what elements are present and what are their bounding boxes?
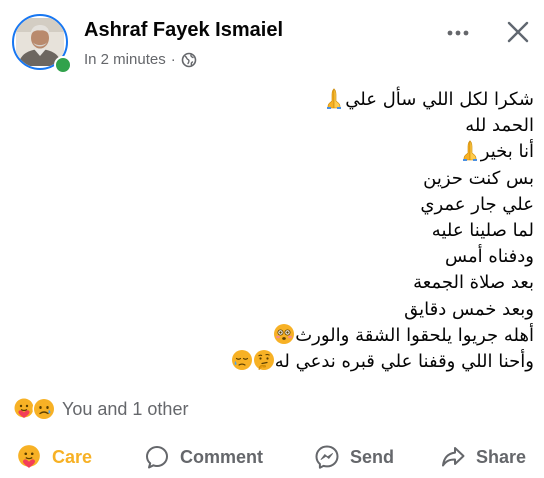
folded-hands-emoji [323,87,345,109]
post-action-bar: Care Comment Send Share [0,436,544,478]
post-text-line-content: بعد صلاة الجمعة [413,272,534,294]
messenger-icon [314,444,340,470]
post-text-line-content: علي جار عمري [420,193,534,215]
care-reaction-icon [16,444,42,470]
meta-separator: · [170,51,176,68]
post-text-line: وبعد خمس دقايق [14,297,534,323]
thinking-face-emoji [253,349,275,371]
globe-icon[interactable] [181,52,197,68]
sad-reaction-icon [32,397,56,421]
post-header: Ashraf Fayek Ismaiel In 2 minutes · [0,0,544,80]
post-text: شكرا لكل اللي سأل علي الحمد لله أنا بخير بس… [14,87,534,375]
sad-relieved-face-emoji [231,349,253,371]
post-time[interactable]: In 2 minutes [84,51,166,68]
post-text-line: وأحنا اللي وقفنا علي قبره ندعي له [14,349,534,375]
reactions-summary-text[interactable]: You and 1 other [62,399,188,420]
post-text-line: أنا بخير [14,139,534,165]
post-text-line: شكرا لكل اللي سأل علي [14,87,534,113]
post-text-line-content: أهله جريوا يلحقوا الشقة والورث [295,324,534,346]
more-options-button[interactable] [440,18,476,48]
post-text-line: بس كنت حزين [14,166,534,192]
post-text-line-content: شكرا لكل اللي سأل علي [345,89,534,110]
post-text-line: علي جار عمري [14,192,534,218]
share-button[interactable]: Share [440,436,526,478]
share-icon [440,444,466,470]
care-button[interactable]: Care [16,436,92,478]
comment-button[interactable]: Comment [144,436,263,478]
more-horizontal-icon [447,30,469,36]
post-text-line: الحمد لله [14,113,534,139]
folded-hands-emoji [459,139,481,162]
post-text-line: أهله جريوا يلحقوا الشقة والورث [14,323,534,349]
post-text-line: ودفناه أمس [14,244,534,270]
share-label: Share [476,446,527,467]
post-text-line-content: الحمد لله [465,115,534,137]
post-text-line-content: لما صلينا عليه [431,220,534,242]
author-name[interactable]: Ashraf Fayek Ismaiel [84,19,283,42]
close-button[interactable] [500,14,536,50]
care-label: Care [52,446,93,467]
post-text-line-content: أنا بخير [480,141,534,163]
send-button[interactable]: Send [314,436,394,478]
online-status-dot [54,56,72,74]
post-text-line: لما صلينا عليه [14,218,534,244]
post-text-line-content: ودفناه أمس [445,246,534,268]
comment-icon [144,444,170,470]
send-label: Send [350,446,395,467]
flushed-face-emoji [273,323,295,345]
reactions-summary[interactable]: You and 1 other [12,396,188,422]
post-text-line-content: وبعد خمس دقايق [404,298,534,320]
author-avatar[interactable] [12,14,72,74]
post-text-line-content: بس كنت حزين [423,167,534,189]
post-meta: In 2 minutes · [84,51,197,68]
post-text-line-content: وأحنا اللي وقفنا علي قبره ندعي له [274,351,534,373]
post-text-line: بعد صلاة الجمعة [14,270,534,296]
comment-label: Comment [180,446,264,467]
close-icon [507,21,529,43]
